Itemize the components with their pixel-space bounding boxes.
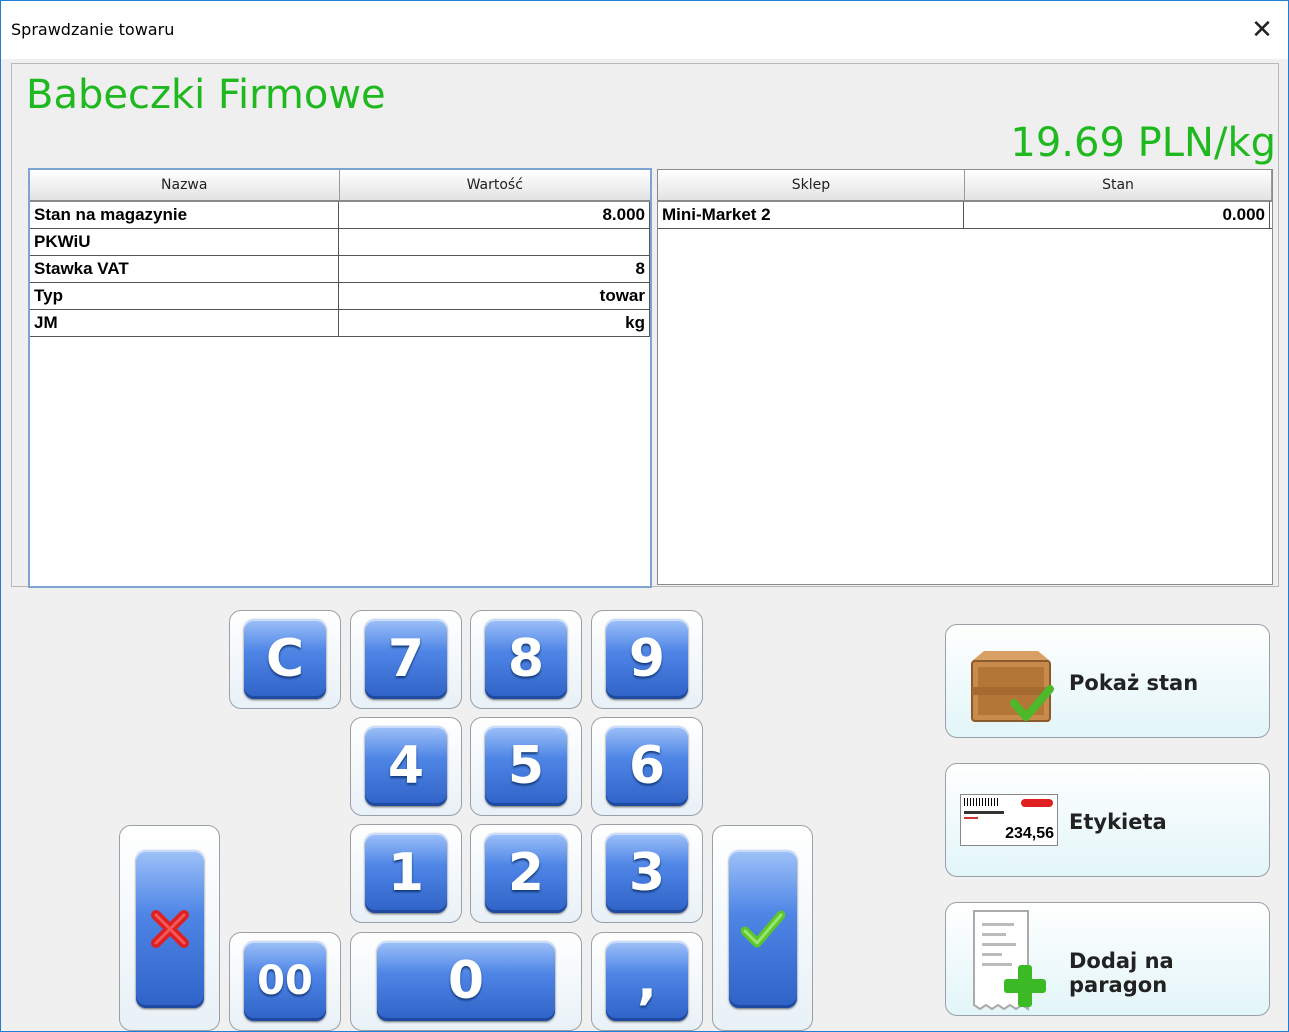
close-icon: ✕ — [1251, 13, 1273, 44]
key-0-face: 0 — [377, 941, 555, 1021]
table-row[interactable]: Stan na magazynie 8.000 — [30, 202, 650, 229]
key-5-face: 5 — [485, 726, 567, 806]
table-row[interactable]: Mini-Market 2 0.000 — [658, 202, 1272, 229]
close-button[interactable]: ✕ — [1239, 9, 1285, 49]
barcode-glyph — [964, 798, 998, 806]
product-name: Babeczki Firmowe — [26, 72, 386, 118]
row-name-cell: PKWiU — [30, 229, 339, 255]
add-to-receipt-label: Dodaj na paragon — [1069, 949, 1174, 997]
row-value-cell: towar — [339, 283, 650, 309]
row-value-cell — [339, 229, 650, 255]
window-title: Sprawdzanie towaru — [11, 20, 175, 39]
comma-key[interactable]: , — [591, 932, 703, 1031]
key-4[interactable]: 4 — [350, 717, 462, 816]
label-button[interactable]: 234,56 Etykieta — [945, 763, 1270, 877]
label-button-label: Etykieta — [1069, 810, 1167, 834]
key-8[interactable]: 8 — [470, 610, 582, 709]
key-9[interactable]: 9 — [591, 610, 703, 709]
label-icon-price: 234,56 — [1005, 825, 1054, 842]
column-header-nazwa[interactable]: Nazwa — [30, 170, 340, 200]
cancel-x-icon — [151, 910, 189, 948]
product-info-panel: Babeczki Firmowe 19.69 PLN/kg Nazwa Wart… — [11, 63, 1279, 588]
column-header-sklep[interactable]: Sklep — [658, 170, 965, 200]
row-value-cell: kg — [339, 310, 650, 336]
cancel-key-face — [136, 850, 204, 1008]
details-table-header: Nazwa Wartość — [30, 170, 650, 202]
row-name-cell: Stawka VAT — [30, 256, 339, 282]
key-2-face: 2 — [485, 833, 567, 913]
table-row[interactable]: Stawka VAT 8 — [30, 256, 650, 283]
key-8-face: 8 — [485, 619, 567, 699]
table-row[interactable]: Typ towar — [30, 283, 650, 310]
key-00[interactable]: 00 — [229, 932, 341, 1031]
row-value-cell: 8 — [339, 256, 650, 282]
checkmark-icon — [741, 910, 785, 948]
cancel-button[interactable] — [119, 825, 220, 1031]
title-bar: Sprawdzanie towaru ✕ — [1, 1, 1288, 59]
text-line-glyph — [964, 811, 1004, 814]
show-stock-label: Pokaż stan — [1069, 671, 1199, 695]
confirm-button[interactable] — [712, 825, 813, 1031]
key-6[interactable]: 6 — [591, 717, 703, 816]
dialog-window: Sprawdzanie towaru ✕ Babeczki Firmowe 19… — [0, 0, 1289, 1032]
row-value-cell: 8.000 — [339, 202, 650, 228]
details-table[interactable]: Nazwa Wartość Stan na magazynie 8.000 PK… — [28, 168, 652, 588]
key-3[interactable]: 3 — [591, 824, 703, 923]
clear-button[interactable]: C — [229, 610, 341, 709]
column-header-stan[interactable]: Stan — [965, 170, 1272, 200]
table-row[interactable]: JM kg — [30, 310, 650, 337]
clear-key-face: C — [244, 619, 326, 699]
key-7-face: 7 — [365, 619, 447, 699]
key-6-face: 6 — [606, 726, 688, 806]
text-line-glyph — [964, 817, 978, 819]
stock-cell: 0.000 — [964, 202, 1270, 228]
row-name-cell: JM — [30, 310, 339, 336]
row-name-cell: Typ — [30, 283, 339, 309]
stock-table-header: Sklep Stan — [658, 170, 1272, 202]
table-row[interactable]: PKWiU — [30, 229, 650, 256]
receipt-add-icon — [973, 910, 1046, 1011]
key-7[interactable]: 7 — [350, 610, 462, 709]
key-2[interactable]: 2 — [470, 824, 582, 923]
promo-badge-glyph — [1021, 799, 1053, 807]
key-00-face: 00 — [244, 941, 326, 1021]
crate-icon — [971, 651, 1054, 722]
key-3-face: 3 — [606, 833, 688, 913]
stock-table[interactable]: Sklep Stan Mini-Market 2 0.000 — [657, 169, 1273, 585]
row-name-cell: Stan na magazynie — [30, 202, 339, 228]
price-label-icon: 234,56 — [960, 794, 1058, 846]
key-0[interactable]: 0 — [350, 932, 582, 1031]
comma-key-face: , — [606, 941, 688, 1021]
key-9-face: 9 — [606, 619, 688, 699]
confirm-key-face — [729, 850, 797, 1008]
add-to-receipt-button[interactable]: Dodaj na paragon — [945, 902, 1270, 1016]
column-header-wartosc[interactable]: Wartość — [340, 170, 651, 200]
product-price: 19.69 PLN/kg — [1010, 120, 1276, 166]
key-1-face: 1 — [365, 833, 447, 913]
key-4-face: 4 — [365, 726, 447, 806]
show-stock-button[interactable]: Pokaż stan — [945, 624, 1270, 738]
shop-cell: Mini-Market 2 — [658, 202, 964, 228]
key-1[interactable]: 1 — [350, 824, 462, 923]
key-5[interactable]: 5 — [470, 717, 582, 816]
